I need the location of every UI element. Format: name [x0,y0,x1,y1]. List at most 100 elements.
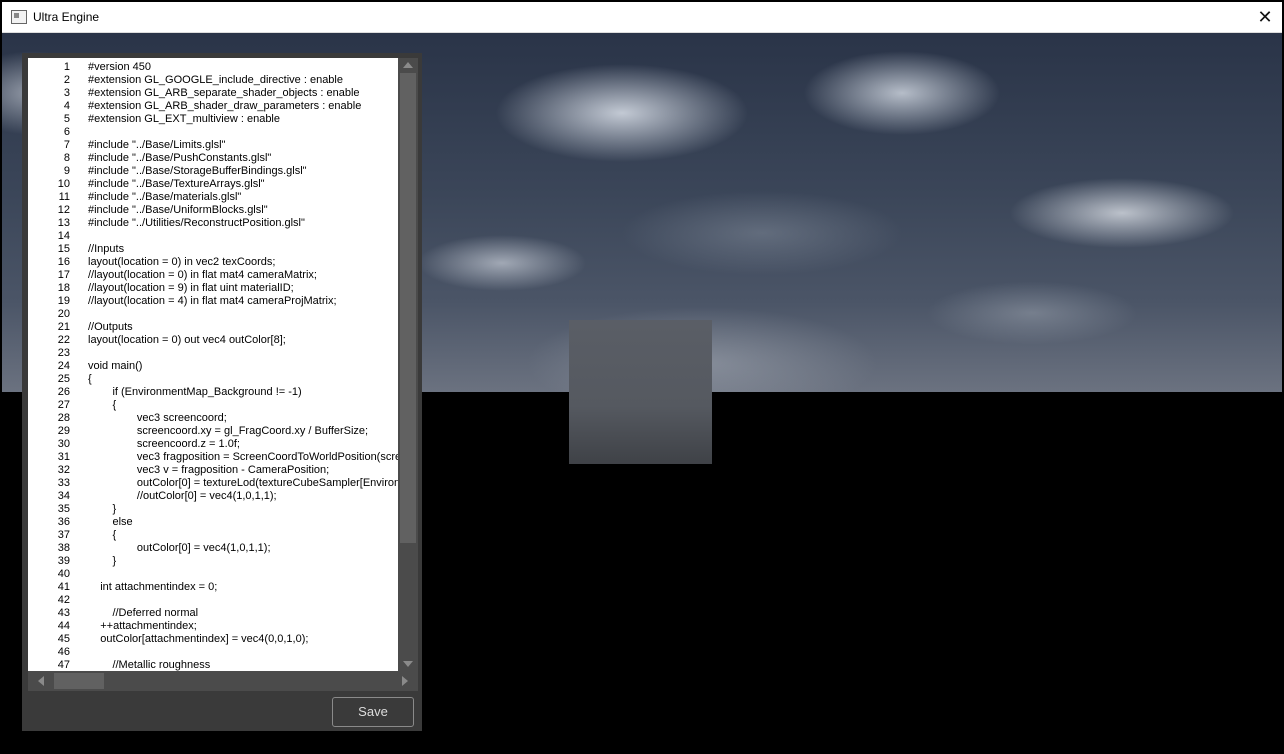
line-number: 20 [57,308,70,320]
app-window-icon [11,10,27,24]
line-number: 37 [57,529,70,541]
code-line: layout(location = 0) out vec4 outColor[8… [88,334,286,346]
code-line: #version 450 [88,61,151,73]
code-line: int attachmentindex = 0; [88,581,218,593]
scroll-down-arrow-icon[interactable] [403,661,413,667]
code-line: ++attachmentindex; [88,620,197,632]
render-viewport[interactable]: 1 #version 450 2 #extension GL_GOOGLE_inclu… [2,33,1282,754]
code-line: else [88,516,133,528]
vertical-scrollbar[interactable] [398,58,418,671]
line-number: 9 [63,165,70,177]
line-number: 1 [63,61,70,73]
line-number: 42 [57,594,70,606]
code-line: #include "../Base/TextureArrays.glsl" [88,178,265,190]
line-number: 17 [57,269,70,281]
close-button[interactable]: ✕ [1254,6,1276,28]
code-line: } [88,555,117,567]
code-line: #include "../Base/PushConstants.glsl" [88,152,272,164]
line-number: 14 [57,230,70,242]
code-line: //Metallic roughness [88,659,211,671]
code-line: screencoord.z = 1.0f; [88,438,240,450]
line-number: 30 [57,438,70,450]
code-line: outColor[0] = textureLod(textureCubeSamp… [136,477,418,489]
line-number: 25 [57,373,70,385]
scroll-right-arrow-icon[interactable] [402,676,408,686]
code-line: //layout(location = 0) in flat mat4 came… [88,269,317,281]
line-number: 4 [63,100,70,112]
line-number: 38 [57,542,70,554]
line-number: 15 [57,243,70,255]
code-line: //layout(location = 9) in flat uint mate… [88,282,294,294]
scroll-up-arrow-icon[interactable] [403,62,413,68]
line-number: 34 [57,490,70,502]
scene-box [569,320,712,464]
line-number: 35 [57,503,70,515]
line-number: 44 [57,620,70,632]
vertical-scrollbar-thumb[interactable] [400,73,416,543]
code-line: #include "../Base/materials.glsl" [88,191,242,203]
code-line: vec3 fragposition = ScreenCoordToWorldPo… [88,451,418,463]
line-number: 45 [57,633,70,645]
line-number: 19 [57,295,70,307]
code-line: void main() [88,360,143,372]
save-button[interactable]: Save [332,697,414,727]
line-number: 33 [57,477,70,489]
line-number: 24 [57,360,70,372]
line-number: 5 [63,113,70,125]
code-line: //layout(location = 4) in flat mat4 came… [88,295,337,307]
line-number: 41 [57,581,70,593]
code-line: #include "../Base/Limits.glsl" [88,139,226,151]
code-editor[interactable]: 1 #version 450 2 #extension GL_GOOGLE_inclu… [28,58,418,671]
line-number: 26 [57,386,70,398]
window-titlebar: Ultra Engine ✕ [2,2,1282,33]
code-line: vec3 v = fragposition - CameraPosition; [88,464,330,476]
code-line: outColor[0] = vec4(1,0,1,1); [88,542,271,554]
code-line: //Inputs [88,243,125,255]
horizontal-scrollbar-thumb[interactable] [54,673,104,689]
line-number: 39 [57,555,70,567]
code-line: #extension GL_ARB_shader_draw_parameters… [88,100,362,112]
line-number: 16 [57,256,70,268]
line-number: 43 [57,607,70,619]
window-title: Ultra Engine [33,10,100,24]
code-line: //outColor[0] = vec4(1,0,1,1); [88,490,277,502]
line-number: 11 [58,191,70,203]
line-number: 7 [63,139,70,151]
code-line: #include "../Base/StorageBufferBindings.… [88,165,307,177]
code-line: { [88,399,117,411]
code-line: layout(location = 0) in vec2 texCoords; [88,256,276,268]
code-line: //Outputs [88,321,133,333]
code-line: #include "../Base/UniformBlocks.glsl" [88,204,268,216]
line-number: 23 [57,347,70,359]
line-number: 18 [57,282,70,294]
line-number: 8 [63,152,70,164]
code-line: #include "../Utilities/ReconstructPositi… [88,217,305,229]
line-number: 21 [57,321,70,333]
line-number: 28 [57,412,70,424]
line-number: 36 [57,516,70,528]
code-line: outColor[attachmentindex] = vec4(0,0,1,0… [88,633,309,645]
code-line: screencoord.xy = gl_FragCoord.xy / Buffe… [88,425,369,437]
line-number: 31 [57,451,70,463]
line-number: 13 [57,217,70,229]
shader-editor-panel: 1 #version 450 2 #extension GL_GOOGLE_inclu… [22,53,422,731]
line-number: 12 [57,204,70,216]
scroll-left-arrow-icon[interactable] [38,676,44,686]
line-number: 40 [57,568,70,580]
code-line: #extension GL_EXT_multiview : enable [88,113,280,125]
line-number: 3 [63,87,70,99]
line-number: 29 [57,425,70,437]
code-line: #extension GL_GOOGLE_include_directive :… [88,74,343,86]
code-line: if (EnvironmentMap_Background != -1) [88,386,302,398]
code-line: //Deferred normal [88,607,199,619]
line-number: 6 [63,126,70,138]
code-line: vec3 screencoord; [88,412,227,424]
line-number: 22 [57,334,70,346]
horizontal-scrollbar[interactable] [28,671,418,691]
line-number: 46 [57,646,70,658]
code-line: #extension GL_ARB_separate_shader_object… [88,87,360,99]
line-number: 47 [57,659,70,671]
code-line: { [88,373,92,385]
line-number: 32 [57,464,70,476]
code-line: { [88,529,117,541]
